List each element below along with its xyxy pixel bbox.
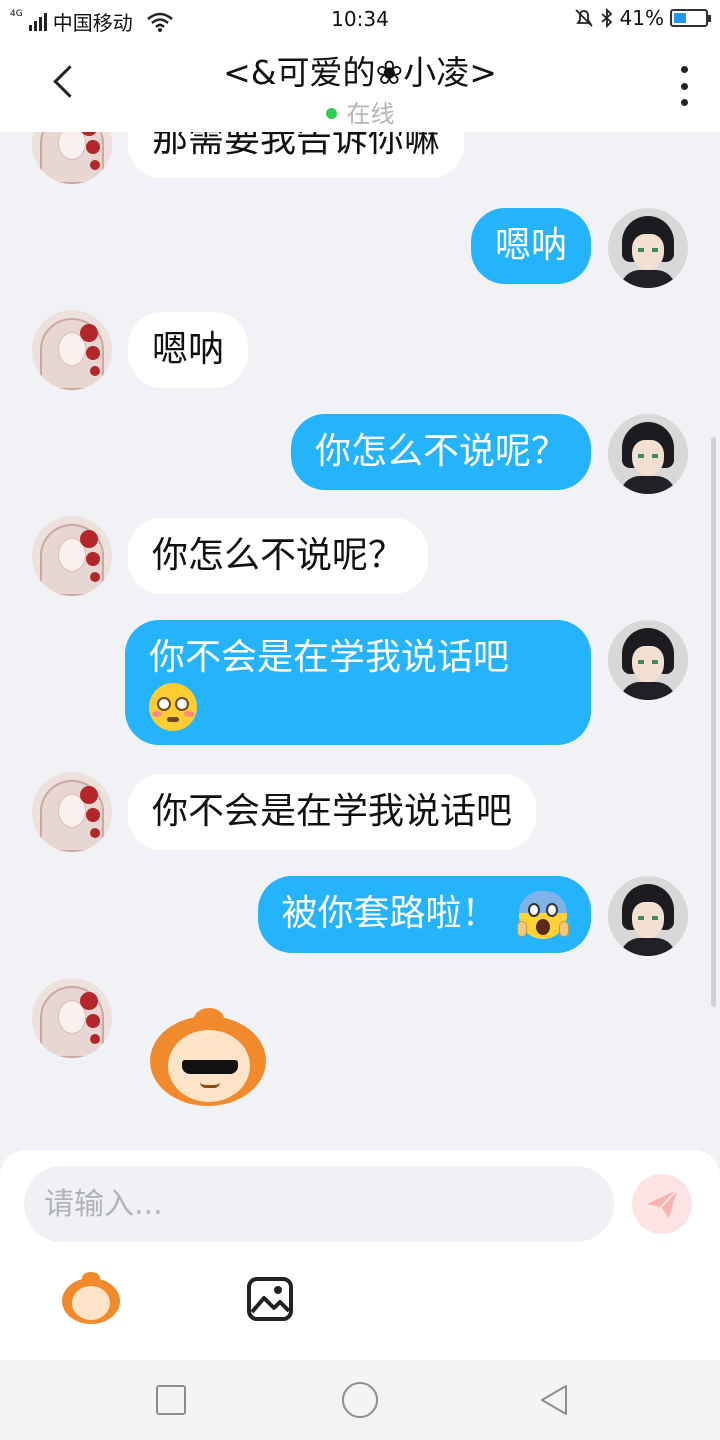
flushed-face-icon — [149, 683, 197, 731]
sticker-button[interactable] — [60, 1272, 122, 1324]
outgoing-message-text: 被你套路啦！ — [281, 893, 498, 934]
my-avatar[interactable] — [608, 208, 688, 288]
status-right: 41% — [574, 6, 711, 30]
mute-bell-icon — [574, 9, 593, 27]
incoming-message: 嗯呐 — [128, 312, 249, 388]
incoming-message: 你不会是在学我说话吧 — [128, 774, 537, 850]
outgoing-message: 你怎么不说呢？ — [290, 414, 591, 490]
nav-back-button[interactable] — [536, 1382, 572, 1418]
message-list[interactable]: 那需要我告诉你嘛 嗯呐 嗯呐 你怎么不说呢？ 你怎么不说呢？ 你不会是在学我说话… — [0, 132, 720, 1150]
system-nav-bar — [0, 1360, 720, 1440]
contact-avatar[interactable] — [32, 310, 112, 390]
status-bar: 4G 中国移动 10:34 41% — [0, 0, 720, 36]
contact-avatar[interactable] — [32, 132, 112, 184]
battery-icon — [670, 9, 711, 27]
send-button[interactable] — [632, 1174, 692, 1234]
contact-avatar[interactable] — [32, 978, 112, 1058]
outgoing-message-text: 你不会是在学我说话吧 — [149, 637, 510, 678]
outgoing-message: 嗯呐 — [470, 208, 591, 284]
message-input[interactable] — [24, 1166, 614, 1242]
outgoing-message: 被你套路啦！ — [257, 876, 591, 953]
contact-avatar[interactable] — [32, 516, 112, 596]
incoming-message: 那需要我告诉你嘛 — [128, 132, 465, 178]
scrollbar[interactable] — [711, 437, 716, 1007]
more-options-button[interactable] — [676, 66, 692, 106]
sunglasses-monkey-sticker[interactable] — [150, 1008, 268, 1108]
online-status-label: 在线 — [346, 100, 395, 128]
contact-name: <&可爱的❀小凌> — [223, 53, 497, 92]
online-dot-icon — [325, 108, 337, 119]
bluetooth-icon — [600, 8, 612, 28]
my-avatar[interactable] — [608, 620, 688, 700]
image-icon[interactable] — [246, 1276, 294, 1322]
my-avatar[interactable] — [608, 414, 688, 494]
screaming-face-icon — [517, 891, 569, 939]
my-avatar[interactable] — [608, 876, 688, 956]
battery-percent: 41% — [619, 6, 664, 30]
incoming-message: 你怎么不说呢？ — [128, 518, 429, 594]
chat-header: <&可爱的❀小凌> 在线 — [0, 36, 720, 132]
outgoing-message: 你不会是在学我说话吧 — [125, 620, 591, 745]
recent-apps-button[interactable] — [156, 1385, 186, 1415]
contact-avatar[interactable] — [32, 772, 112, 852]
home-button[interactable] — [342, 1382, 378, 1418]
send-icon — [647, 1189, 678, 1218]
composer — [0, 1150, 720, 1360]
online-status: 在线 — [0, 94, 720, 129]
